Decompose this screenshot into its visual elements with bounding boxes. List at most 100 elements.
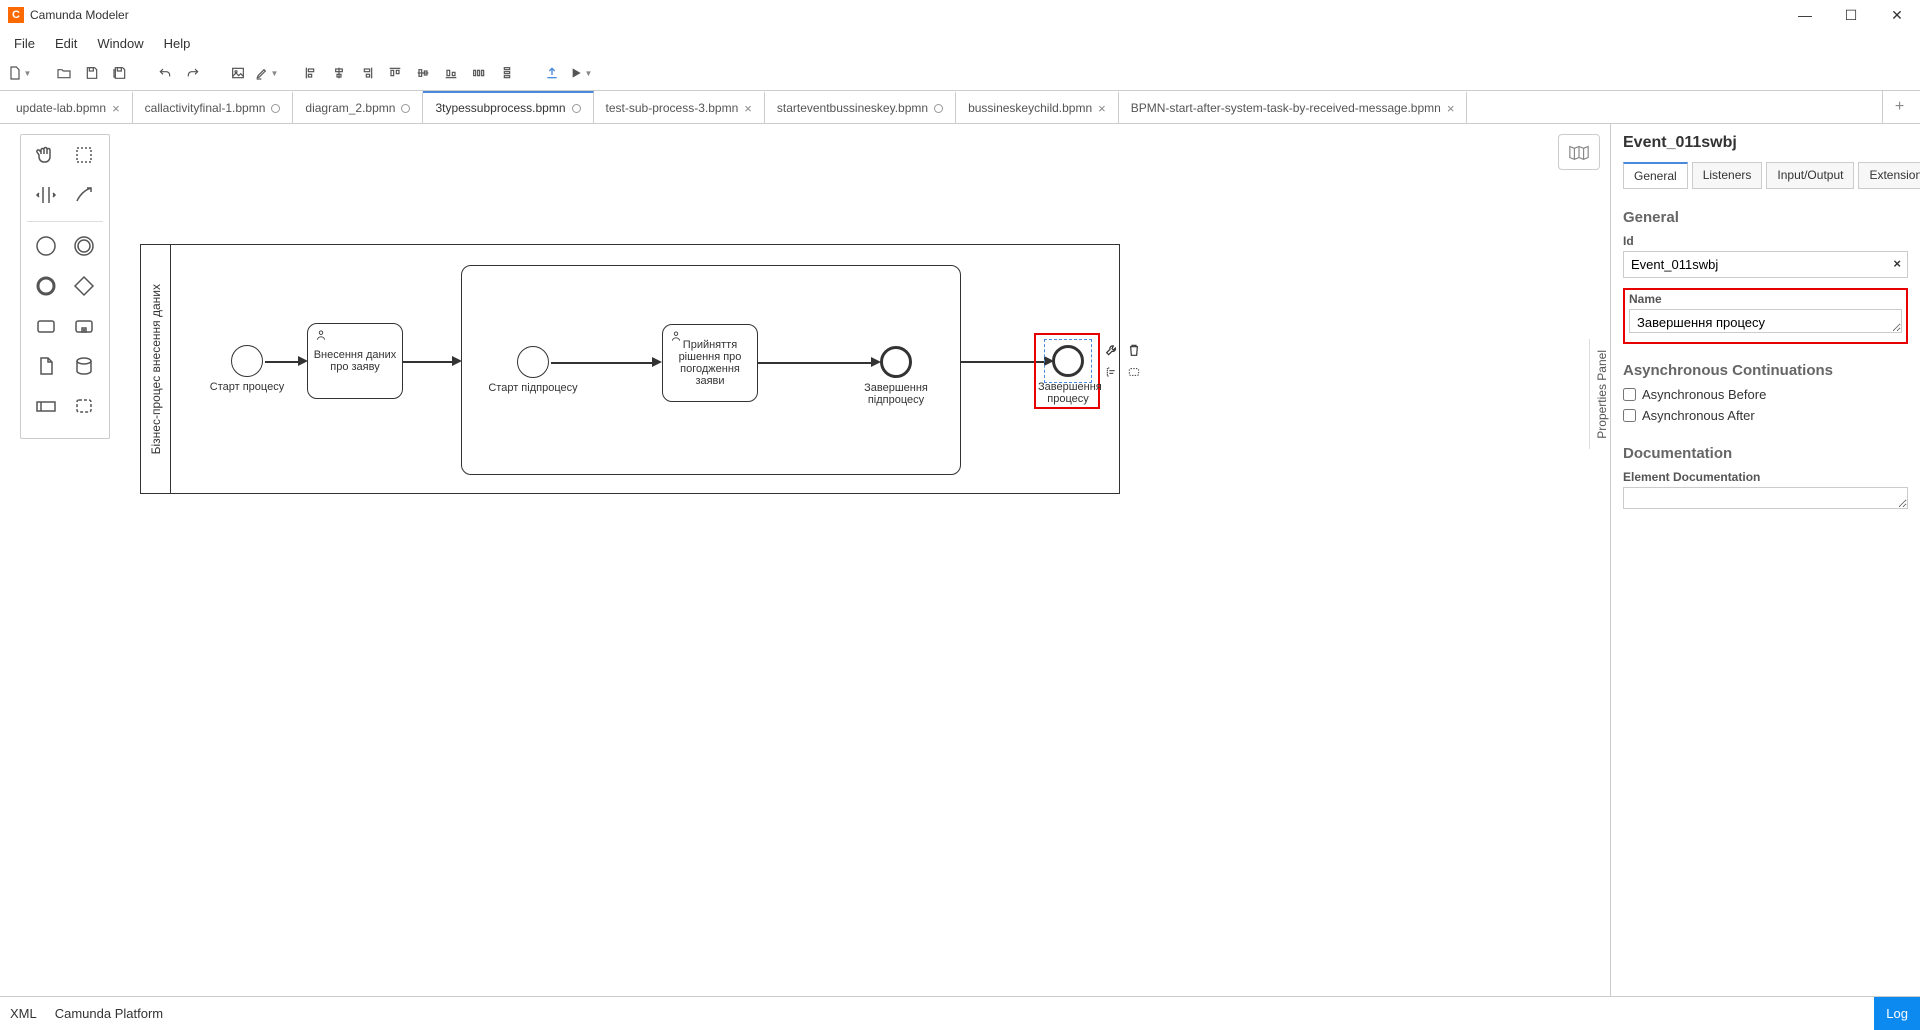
- user-task[interactable]: Прийняття рішення про погодження заяви: [662, 324, 758, 402]
- statusbar: XML Camunda Platform Log: [0, 996, 1920, 1030]
- deploy-button[interactable]: [539, 60, 565, 86]
- distribute-h-button[interactable]: [466, 60, 492, 86]
- file-tab[interactable]: starteventbussineskey.bpmn: [765, 91, 956, 123]
- tab-label: BPMN-start-after-system-task-by-received…: [1131, 101, 1441, 115]
- titlebar: C Camunda Modeler — ☐ ✕: [0, 0, 1920, 30]
- file-tab[interactable]: diagram_2.bpmn: [293, 91, 423, 123]
- start-event[interactable]: Старт процесу: [231, 345, 292, 393]
- file-tab[interactable]: BPMN-start-after-system-task-by-received…: [1119, 91, 1468, 123]
- annotation-icon[interactable]: [1103, 363, 1121, 381]
- align-left-button[interactable]: [298, 60, 324, 86]
- status-platform[interactable]: Camunda Platform: [55, 1006, 163, 1021]
- save-as-button[interactable]: [107, 60, 133, 86]
- file-tab[interactable]: update-lab.bpmn ×: [4, 91, 133, 123]
- input-name[interactable]: [1629, 309, 1902, 333]
- file-tab[interactable]: 3typessubprocess.bpmn: [423, 91, 593, 123]
- menu-window[interactable]: Window: [87, 36, 153, 51]
- space-tool-icon[interactable]: [32, 181, 60, 209]
- wrench-icon[interactable]: [1103, 341, 1121, 359]
- palette: [20, 134, 110, 439]
- user-task[interactable]: Внесення даних про заяву: [307, 323, 403, 399]
- tab-input-output[interactable]: Input/Output: [1766, 162, 1854, 189]
- minimize-button[interactable]: —: [1782, 0, 1828, 30]
- subprocess-icon[interactable]: [70, 312, 98, 340]
- element-title: Event_011swbj: [1623, 134, 1908, 152]
- tab-label: diagram_2.bpmn: [305, 101, 395, 115]
- replace-icon[interactable]: [1125, 363, 1143, 381]
- align-middle-button[interactable]: [410, 60, 436, 86]
- tab-close-icon[interactable]: ×: [744, 101, 752, 116]
- sequence-flow[interactable]: [403, 361, 455, 363]
- file-tab[interactable]: callactivityfinal-1.bpmn: [133, 91, 294, 123]
- new-tab-button[interactable]: +: [1882, 91, 1916, 123]
- image-export-button[interactable]: [225, 60, 251, 86]
- close-window-button[interactable]: ✕: [1874, 0, 1920, 30]
- tab-dirty-icon: [572, 104, 581, 113]
- data-object-icon[interactable]: [32, 352, 60, 380]
- end-event-selected[interactable]: Завершення процесу: [1052, 345, 1098, 405]
- input-doc[interactable]: [1623, 487, 1908, 509]
- task-icon[interactable]: [32, 312, 60, 340]
- tab-listeners[interactable]: Listeners: [1692, 162, 1763, 189]
- distribute-v-button[interactable]: [494, 60, 520, 86]
- file-tab[interactable]: bussineskeychild.bpmn×: [956, 91, 1119, 123]
- status-xml[interactable]: XML: [10, 1006, 37, 1021]
- save-button[interactable]: [79, 60, 105, 86]
- gateway-icon[interactable]: [70, 272, 98, 300]
- toolbar: ▼ ▼ ▼: [0, 56, 1920, 90]
- canvas[interactable]: Бізнес-процес внесення даних Старт проце…: [0, 124, 1610, 996]
- lasso-tool-icon[interactable]: [70, 141, 98, 169]
- tab-close-icon[interactable]: ×: [1098, 101, 1106, 116]
- data-store-icon[interactable]: [70, 352, 98, 380]
- sequence-flow[interactable]: [961, 361, 1047, 363]
- sequence-flow[interactable]: [551, 362, 655, 364]
- menu-help[interactable]: Help: [154, 36, 201, 51]
- end-event[interactable]: Завершення підпроцесу: [880, 346, 941, 406]
- sequence-flow[interactable]: [265, 361, 301, 363]
- checkbox-async-after-row[interactable]: Asynchronous After: [1623, 408, 1908, 423]
- tab-close-icon[interactable]: ×: [1447, 101, 1455, 116]
- run-button[interactable]: ▼: [567, 60, 593, 86]
- tab-label: callactivityfinal-1.bpmn: [145, 101, 266, 115]
- clear-id-icon[interactable]: ×: [1893, 256, 1901, 271]
- tab-general[interactable]: General: [1623, 162, 1688, 189]
- checkbox-async-before[interactable]: [1623, 388, 1636, 401]
- highlight-button[interactable]: ▼: [253, 60, 279, 86]
- tab-extensions[interactable]: Extensions: [1858, 162, 1920, 189]
- end-event-icon[interactable]: [32, 272, 60, 300]
- maximize-button[interactable]: ☐: [1828, 0, 1874, 30]
- intermediate-event-icon[interactable]: [70, 232, 98, 260]
- tab-label: update-lab.bpmn: [16, 101, 106, 115]
- group-icon[interactable]: [70, 392, 98, 420]
- undo-button[interactable]: [152, 60, 178, 86]
- align-right-button[interactable]: [354, 60, 380, 86]
- align-center-h-button[interactable]: [326, 60, 352, 86]
- minimap-toggle[interactable]: [1558, 134, 1600, 170]
- start-event-icon[interactable]: [32, 232, 60, 260]
- align-bottom-button[interactable]: [438, 60, 464, 86]
- expanded-subprocess[interactable]: Старт підпроцесу Прийняття рішення про п…: [461, 265, 961, 475]
- pool-icon[interactable]: [32, 392, 60, 420]
- connect-tool-icon[interactable]: [70, 181, 98, 209]
- sequence-flow[interactable]: [758, 362, 874, 364]
- tab-close-icon[interactable]: ×: [112, 101, 120, 116]
- trash-icon[interactable]: [1125, 341, 1143, 359]
- menu-edit[interactable]: Edit: [45, 36, 87, 51]
- align-top-button[interactable]: [382, 60, 408, 86]
- open-file-button[interactable]: [51, 60, 77, 86]
- bpmn-pool[interactable]: Бізнес-процес внесення даних Старт проце…: [140, 244, 1120, 494]
- file-tab[interactable]: test-sub-process-3.bpmn×: [594, 91, 765, 123]
- menu-file[interactable]: File: [4, 36, 45, 51]
- checkbox-async-after[interactable]: [1623, 409, 1636, 422]
- start-event[interactable]: Старт підпроцесу: [517, 346, 578, 394]
- hand-tool-icon[interactable]: [32, 141, 60, 169]
- log-button[interactable]: Log: [1874, 997, 1920, 1030]
- redo-button[interactable]: [180, 60, 206, 86]
- app-title: Camunda Modeler: [30, 8, 129, 22]
- input-id[interactable]: [1623, 251, 1908, 278]
- checkbox-async-before-row[interactable]: Asynchronous Before: [1623, 387, 1908, 402]
- context-pad: [1103, 341, 1143, 381]
- properties-panel-toggle[interactable]: Properties Panel: [1589, 339, 1613, 449]
- section-async: Asynchronous Continuations: [1623, 362, 1908, 379]
- new-file-button[interactable]: ▼: [6, 60, 32, 86]
